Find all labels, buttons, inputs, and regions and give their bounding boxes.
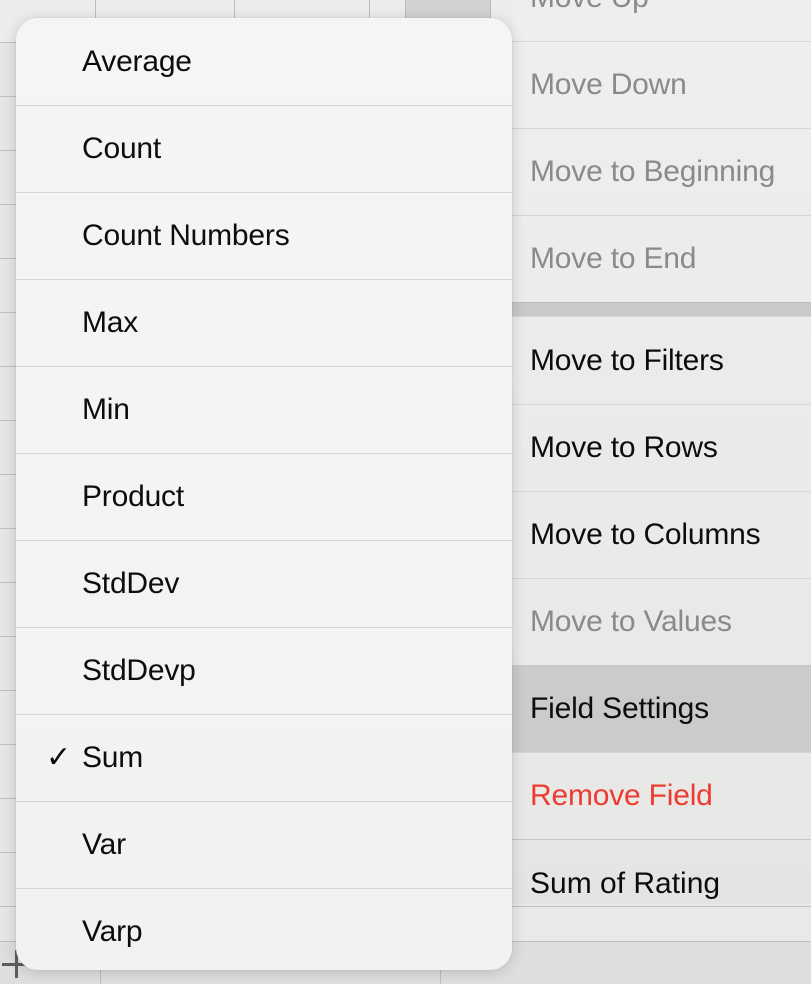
menu-divider [16,366,512,367]
menu-item-label: Product [82,479,184,513]
menu-item-max[interactable]: Max [16,279,512,366]
menu-divider [16,279,512,280]
menu-divider [512,215,811,216]
menu-divider [512,404,811,405]
menu-item-label: Move to Beginning [530,154,776,188]
menu-item-label: Move to End [530,241,697,275]
menu-item-label: StdDevp [82,653,196,687]
menu-item-stddev[interactable]: StdDev [16,540,512,627]
menu-item-count-numbers[interactable]: Count Numbers [16,192,512,279]
menu-item-label: Move to Values [530,604,732,638]
menu-divider [512,41,811,42]
menu-item-label: Count [82,131,162,165]
menu-item-label: Remove Field [530,778,713,812]
menu-item-label: Move to Rows [530,430,718,464]
menu-item-label: Field Settings [530,691,709,725]
menu-divider [512,491,811,492]
menu-divider [16,888,512,889]
menu-item-label: Move Down [530,67,687,101]
menu-item-move-to-filters[interactable]: Move to Filters [512,317,811,404]
menu-group-separator [512,302,811,317]
menu-item-label: StdDev [82,566,180,600]
menu-divider [16,540,512,541]
checkmark-icon: ✓ [46,740,71,774]
menu-item-move-down[interactable]: Move Down [512,41,811,128]
menu-item-varp[interactable]: Varp [16,888,512,970]
menu-item-move-up[interactable]: Move Up [512,0,811,41]
menu-item-label: Sum [82,740,144,774]
menu-item-label: Varp [82,914,143,948]
menu-item-min[interactable]: Min [16,366,512,453]
menu-divider [512,128,811,129]
menu-item-move-to-values[interactable]: Move to Values [512,578,811,665]
menu-item-move-to-rows[interactable]: Move to Rows [512,404,811,491]
menu-item-label: Move to Filters [530,343,724,377]
menu-item-average[interactable]: Average [16,18,512,105]
menu-item-field-settings[interactable]: Field Settings [512,665,811,752]
menu-divider [512,578,811,579]
menu-item-label: Min [82,392,130,426]
menu-item-product[interactable]: Product [16,453,512,540]
menu-item-label: Move to Columns [530,517,761,551]
pivot-field-name-text: Sum of Rating [530,866,721,900]
menu-item-move-to-beginning[interactable]: Move to Beginning [512,128,811,215]
menu-divider [512,752,811,753]
menu-item-stddevp[interactable]: StdDevp [16,627,512,714]
menu-item-label: Var [82,827,126,861]
pivot-field-context-menu[interactable]: Move Up Move Down Move to Beginning Move… [512,0,811,904]
menu-item-label: Move Up [530,0,649,15]
pivot-field-name-label: Sum of Rating [512,839,811,904]
menu-divider [16,105,512,106]
menu-divider [16,453,512,454]
menu-item-var[interactable]: Var [16,801,512,888]
menu-item-move-to-columns[interactable]: Move to Columns [512,491,811,578]
menu-item-move-to-end[interactable]: Move to End [512,215,811,302]
menu-item-remove-field[interactable]: Remove Field [512,752,811,839]
menu-item-sum[interactable]: ✓ Sum [16,714,512,801]
menu-divider [16,714,512,715]
menu-item-label: Count Numbers [82,218,290,252]
menu-item-label: Max [82,305,139,339]
menu-divider [16,627,512,628]
menu-divider [16,192,512,193]
menu-item-count[interactable]: Count [16,105,512,192]
menu-item-label: Average [82,44,192,78]
menu-divider [16,801,512,802]
summarize-values-by-menu[interactable]: Average Count Count Numbers Max Min Prod… [16,18,512,970]
